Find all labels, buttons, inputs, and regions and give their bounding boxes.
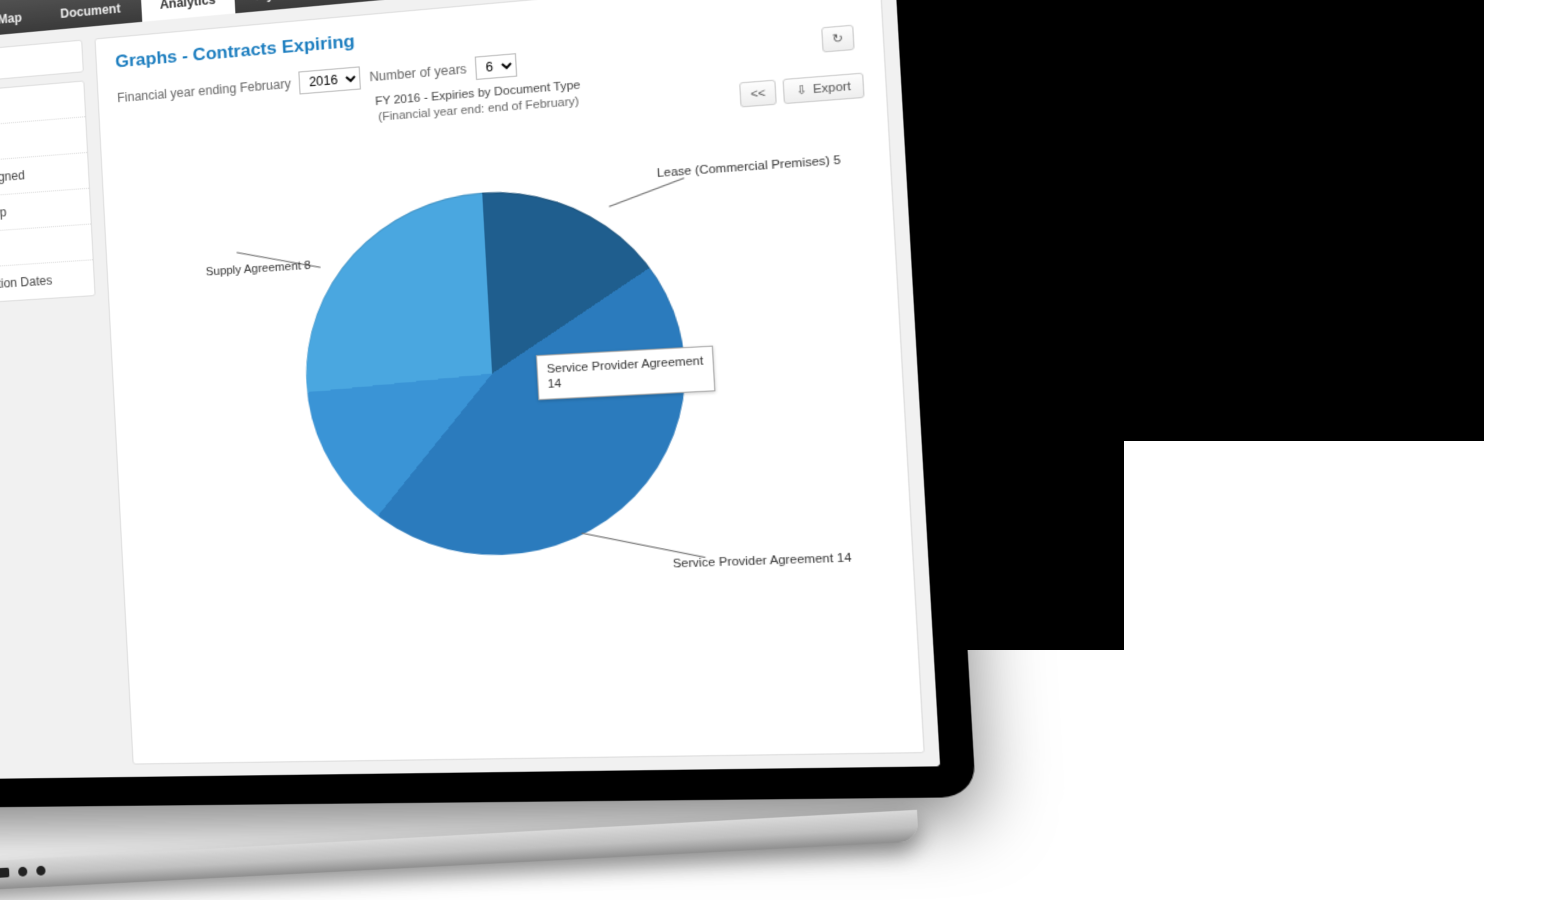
leader-line bbox=[609, 177, 684, 207]
slice-label-supply: Supply Agreement 8 bbox=[142, 259, 311, 282]
chevrons-left-icon: << bbox=[750, 86, 766, 100]
audio-jack-icon bbox=[18, 867, 28, 877]
leader-line bbox=[581, 532, 705, 558]
chart-tooltip: Service Provider Agreement 14 bbox=[536, 345, 716, 400]
main-panel: Graphs - Contracts Expiring Financial ye… bbox=[94, 0, 924, 765]
port-icon bbox=[0, 868, 9, 880]
slice-label-service-provider: Service Provider Agreement 14 bbox=[673, 551, 852, 570]
laptop-mockup: Inbox MatterMap Document Analytics My Pr… bbox=[0, 0, 978, 840]
refresh-icon: ↻ bbox=[832, 31, 844, 46]
app-screen: Inbox MatterMap Document Analytics My Pr… bbox=[0, 0, 940, 780]
chart-toolbar: ↻ bbox=[821, 24, 862, 53]
slice-label-lease: Lease (Commercial Premises) 5 bbox=[657, 154, 842, 180]
sidebar-graph-list: Reconciliation Contracts Expiring Contra… bbox=[0, 80, 96, 308]
chart-area: Lease (Commercial Premises) 5 Supply Agr… bbox=[120, 99, 897, 691]
refresh-button[interactable]: ↻ bbox=[821, 25, 855, 53]
sidebar-other-reports[interactable]: Other Reports bbox=[0, 304, 98, 354]
export-icon: ⇩ bbox=[796, 83, 808, 98]
filter-year-select[interactable]: 2016 bbox=[299, 66, 362, 94]
filter-years-select[interactable]: 6 bbox=[475, 53, 517, 80]
export-label: Export bbox=[813, 80, 852, 96]
filter-year-label: Financial year ending February bbox=[117, 76, 291, 105]
filter-years-label: Number of years bbox=[369, 62, 467, 85]
prev-button[interactable]: << bbox=[739, 80, 777, 108]
sidebar-item-escalation-dates[interactable]: Upcoming Escalation Dates bbox=[0, 260, 95, 307]
audio-jack-icon bbox=[36, 866, 46, 876]
